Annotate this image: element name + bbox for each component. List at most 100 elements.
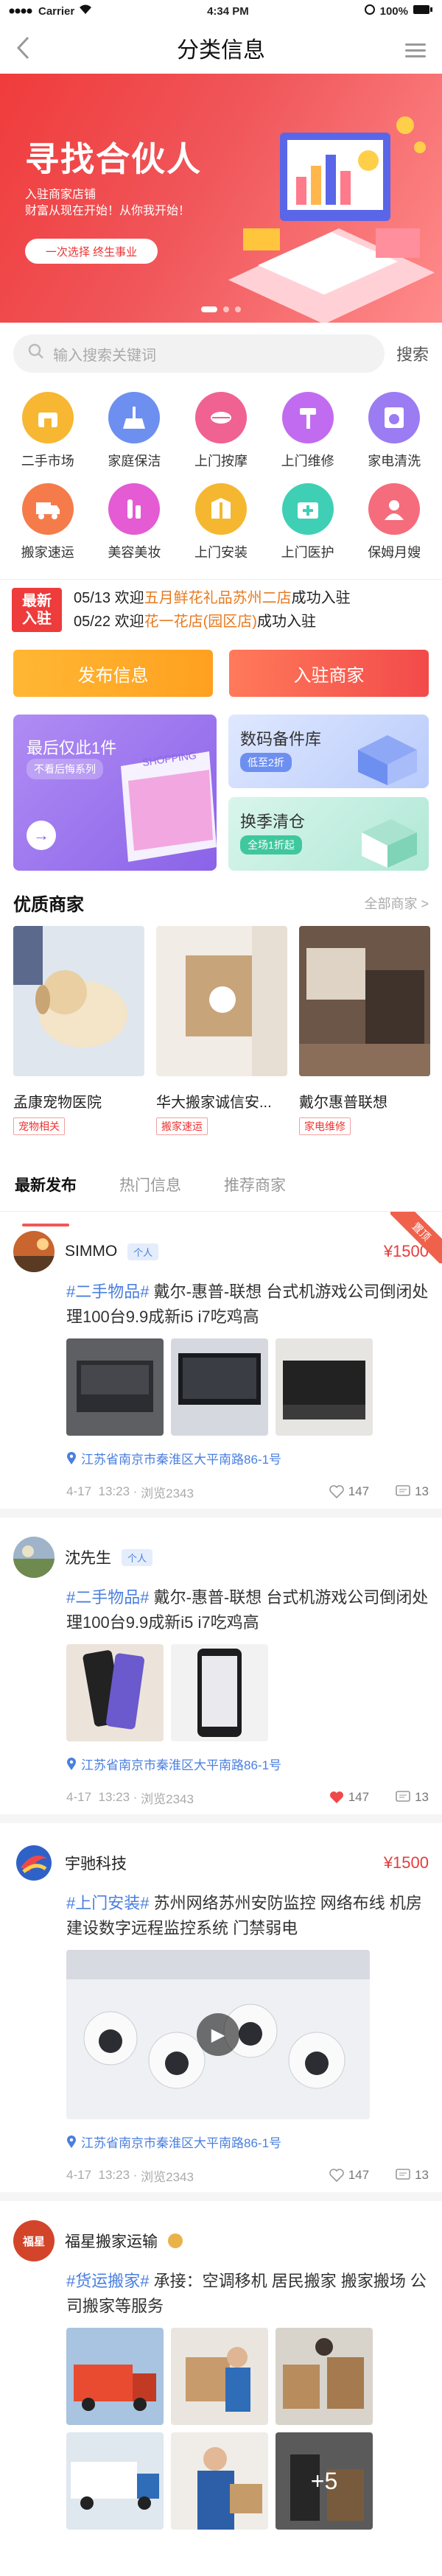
post-photo[interactable] (66, 2432, 164, 2530)
post-topic[interactable]: #上门安装# (66, 1894, 149, 1912)
comment-button[interactable]: 13 (396, 1790, 429, 1805)
like-button[interactable]: 147 (329, 1484, 369, 1499)
post-photo[interactable] (171, 2432, 268, 2530)
personal-badge: 个人 (127, 1243, 159, 1260)
like-button[interactable]: 147 (329, 2168, 369, 2183)
signal-icon (9, 5, 34, 18)
post-photo[interactable] (276, 2328, 373, 2425)
category-second-hand[interactable]: 二手市场 (4, 392, 91, 470)
news-prefix: 欢迎 (114, 613, 144, 630)
poster-name[interactable]: 福星搬家运输 (65, 2230, 158, 2252)
post-views: 浏览2343 (141, 1791, 194, 1806)
post-photo-more[interactable]: +5 (276, 2432, 373, 2530)
feed-post[interactable]: 宇驰科技 ¥1500 #上门安装# 苏州网络苏州安防监控 网络布线 机房建设数字… (0, 1823, 442, 2201)
arrow-right-icon[interactable]: → (27, 821, 56, 850)
promo-card-digital[interactable]: 数码备件库 低至2折 (228, 715, 429, 788)
category-label: 上门安装 (194, 545, 248, 560)
tab-hot[interactable]: 热门信息 (119, 1173, 181, 1211)
post-photo[interactable] (171, 2328, 268, 2425)
medical-icon (281, 483, 334, 535)
category-cleaning[interactable]: 家庭保洁 (91, 392, 178, 470)
publish-button[interactable]: 发布信息 (13, 650, 213, 697)
category-repair[interactable]: 上门维修 (264, 392, 351, 470)
post-time: 13:23 (98, 1790, 130, 1804)
poster-name[interactable]: 沈先生 (65, 1546, 111, 1568)
play-icon[interactable]: ▶ (197, 2013, 239, 2056)
comment-button[interactable]: 13 (396, 2168, 429, 2183)
post-video[interactable]: ▶ (66, 1950, 370, 2119)
post-photo[interactable] (66, 1644, 164, 1741)
post-location[interactable]: 江苏省南京市秦淮区大平南路86-1号 (66, 2133, 429, 2151)
news-item[interactable]: 05/13 欢迎五月鲜花礼品苏州二店成功入驻 (74, 586, 351, 610)
like-count: 147 (348, 1790, 370, 1804)
comment-count: 13 (415, 2168, 429, 2182)
merchant-card[interactable]: 戴尔惠普联想 家电维修 (299, 926, 430, 1135)
post-topic[interactable]: #二手物品# (66, 1588, 149, 1607)
merchants-header: 优质商家 全部商家 > (0, 871, 442, 926)
merchant-card[interactable]: 孟康宠物医院 宠物相关 (13, 926, 144, 1135)
post-topic[interactable]: #二手物品# (66, 1282, 149, 1301)
join-merchant-button[interactable]: 入驻商家 (229, 650, 429, 697)
promo-title: 最后仅此1件 (27, 739, 117, 757)
search-button[interactable]: 搜索 (396, 342, 429, 365)
post-text[interactable]: #二手物品# 戴尔-惠普-联想 台式机游戏公司倒闭处理100台9.9成新i5 i… (66, 1280, 429, 1330)
new-merchants-ticker[interactable]: 最新 入驻 05/13 欢迎五月鲜花礼品苏州二店成功入驻 05/22 欢迎花一花… (0, 579, 442, 639)
feed-tabs: 最新发布 热门信息 推荐商家 (0, 1147, 442, 1226)
post-photo[interactable] (276, 1338, 373, 1436)
news-item[interactable]: 05/22 欢迎花一花店(园区店)成功入驻 (74, 610, 351, 634)
category-installation[interactable]: 上门安装 (178, 483, 264, 561)
verified-icon (168, 2233, 183, 2248)
avatar[interactable] (13, 1537, 55, 1578)
post-photo[interactable] (171, 1338, 268, 1436)
promo-card-last-one[interactable]: SHOPPING 最后仅此1件 不看后悔系列 → (13, 715, 217, 871)
location-pin-icon (67, 2135, 76, 2148)
pinned-ribbon: 置顶 (390, 1212, 442, 1263)
feed-post[interactable]: 沈先生 个人 #二手物品# 戴尔-惠普-联想 台式机游戏公司倒闭处理100台9.… (0, 1517, 442, 1823)
avatar[interactable] (13, 1842, 55, 1884)
feed-post[interactable]: 置顶 SIMMO 个人 ¥1500 #二手物品# 戴尔-惠普-联想 台式机游戏公… (0, 1212, 442, 1517)
promo-card-clearance[interactable]: 换季清仓 全场1折起 (228, 797, 429, 871)
merchant-carousel[interactable]: 孟康宠物医院 宠物相关 华大搬家诚信安... 搬家速运 戴尔惠普联想 家电维修 (0, 926, 442, 1135)
post-text[interactable]: #货运搬家# 承接：空调移机 居民搬家 搬家搬场 公司搬家等服务 (66, 2269, 429, 2319)
post-location[interactable]: 江苏省南京市秦淮区大平南路86-1号 (66, 1755, 429, 1773)
like-button[interactable]: 147 (329, 1790, 369, 1805)
post-photo[interactable] (66, 2328, 164, 2425)
back-icon[interactable] (16, 35, 31, 66)
poster-name[interactable]: 宇驰科技 (65, 1852, 127, 1874)
category-massage[interactable]: 上门按摩 (178, 392, 264, 470)
category-appliance-cleaning[interactable]: 家电清洗 (351, 392, 438, 470)
comment-button[interactable]: 13 (396, 1484, 429, 1499)
post-topic[interactable]: #货运搬家# (66, 2272, 149, 2290)
feed-post[interactable]: 福星 福星搬家运输 #货运搬家# 承接：空调移机 居民搬家 搬家搬场 公司搬家等… (0, 2201, 442, 2544)
store-icon (21, 392, 74, 443)
merchant-card[interactable]: 华大搬家诚信安... 搬家速运 (156, 926, 287, 1135)
menu-icon[interactable] (405, 40, 426, 61)
post-text[interactable]: #二手物品# 戴尔-惠普-联想 台式机游戏公司倒闭处理100台9.9成新i5 i… (66, 1585, 429, 1635)
all-merchants-link[interactable]: 全部商家 > (364, 894, 429, 913)
search-placeholder: 输入搜索关键词 (53, 347, 156, 364)
merchant-photo (156, 926, 287, 1076)
poster-name[interactable]: SIMMO (65, 1243, 117, 1260)
banner-illustration (228, 116, 435, 323)
post-location[interactable]: 江苏省南京市秦淮区大平南路86-1号 (66, 1449, 429, 1467)
avatar[interactable]: 福星 (13, 2220, 55, 2261)
banner-cta-button[interactable]: 一次选择 终生事业 (25, 239, 158, 264)
post-photo[interactable] (66, 1338, 164, 1436)
post-photo[interactable] (171, 1644, 268, 1741)
tab-latest[interactable]: 最新发布 (15, 1173, 77, 1226)
location-text: 江苏省南京市秦淮区大平南路86-1号 (81, 1453, 282, 1467)
category-medical[interactable]: 上门医护 (264, 483, 351, 561)
building-illustration (362, 819, 417, 868)
category-moving[interactable]: 搬家速运 (4, 483, 91, 561)
location-text: 江苏省南京市秦淮区大平南路86-1号 (81, 2136, 282, 2150)
tab-recommended[interactable]: 推荐商家 (224, 1173, 286, 1211)
post-text[interactable]: #上门安装# 苏州网络苏州安防监控 网络布线 机房建设数字远程监控系统 门禁弱电 (66, 1891, 429, 1941)
search-input[interactable]: 输入搜索关键词 (13, 334, 385, 373)
category-nanny[interactable]: 保姆月嫂 (351, 483, 438, 561)
avatar[interactable] (13, 1231, 55, 1272)
merchant-tag: 搬家速运 (156, 1117, 208, 1135)
post-meta: 4-17 13:23 · 浏览2343 147 13 (66, 1780, 429, 1814)
category-label: 二手市场 (21, 454, 74, 468)
category-beauty[interactable]: 美容美妆 (91, 483, 178, 561)
banner-carousel[interactable]: 寻找合伙人 入驻商家店铺 财富从现在开始！从你我开始！ 一次选择 终生事业 (0, 74, 442, 323)
